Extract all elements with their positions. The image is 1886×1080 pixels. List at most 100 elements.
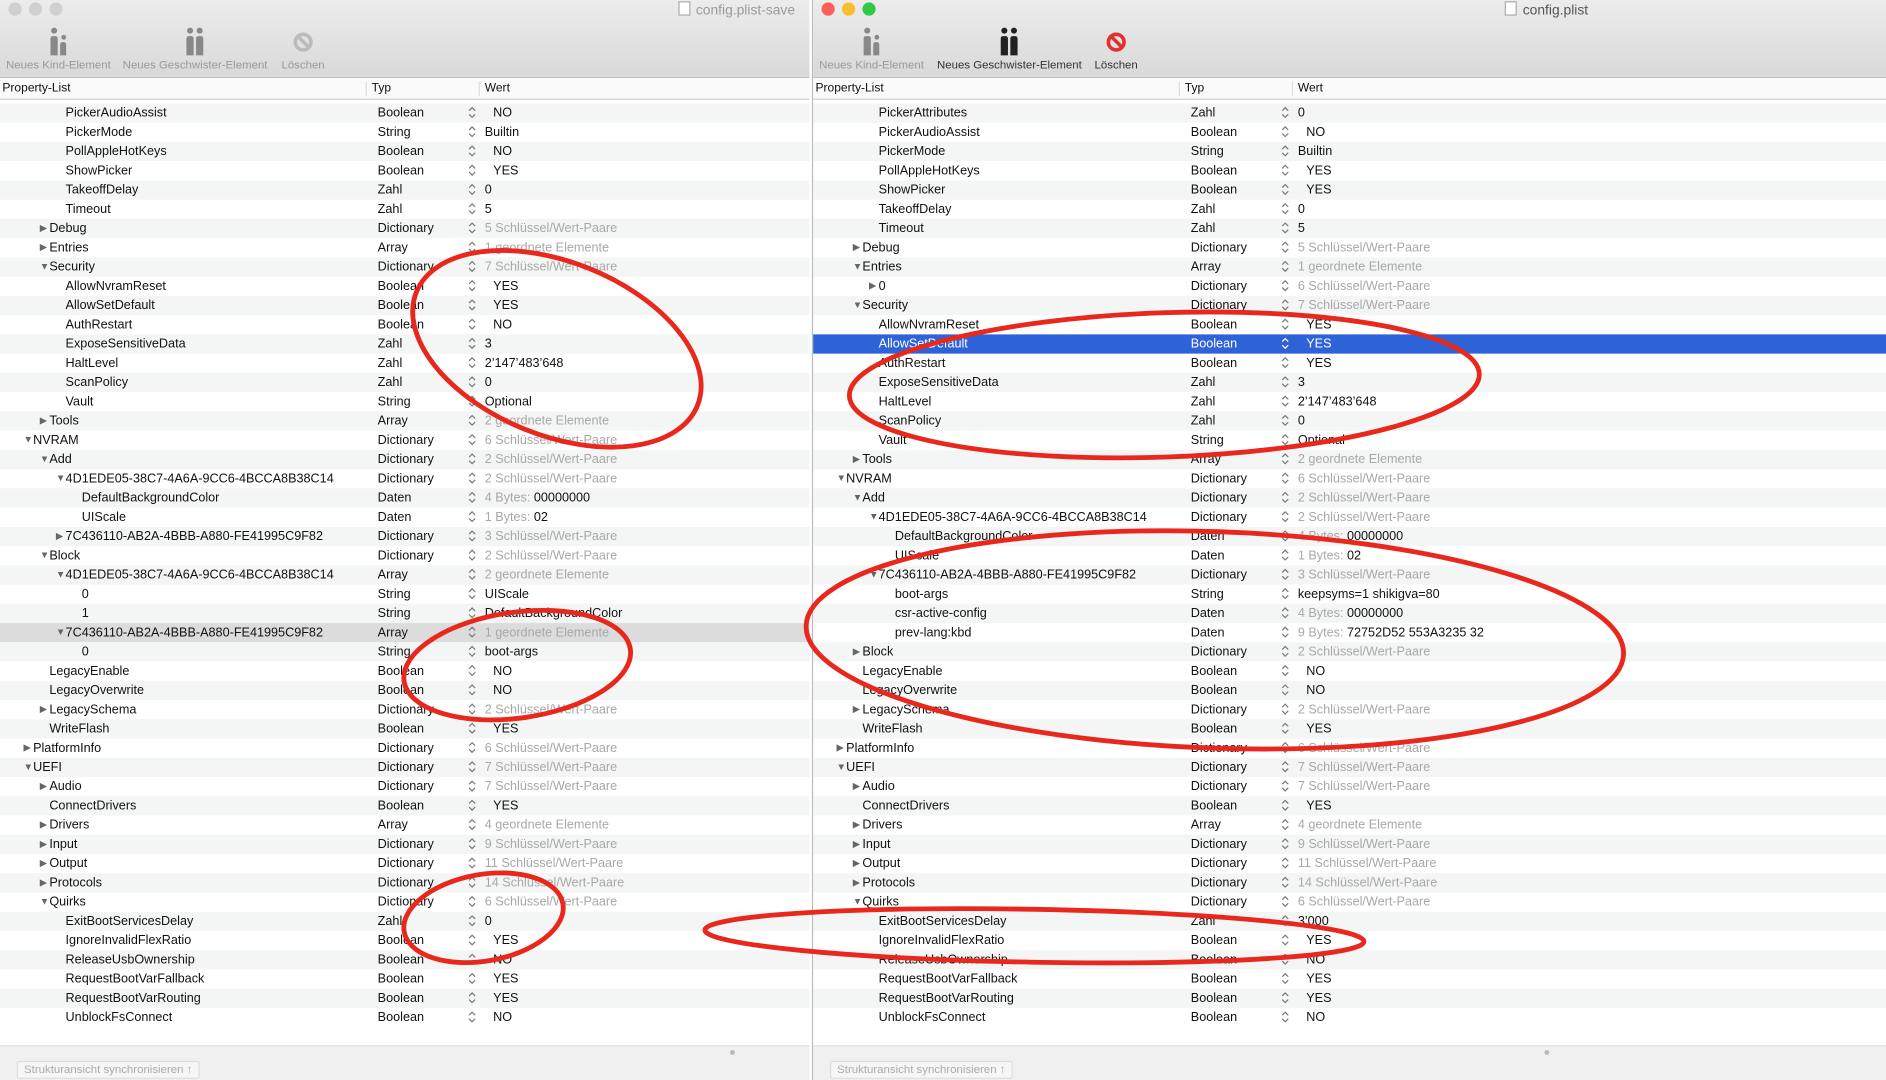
type-stepper-icon[interactable]: [468, 856, 476, 869]
type-cell[interactable]: Daten: [1191, 604, 1225, 623]
value-cell[interactable]: 3: [485, 334, 492, 353]
table-row[interactable]: DefaultBackgroundColor Daten 4 Bytes: 0000…: [0, 488, 810, 508]
key-cell[interactable]: Tools: [862, 450, 891, 469]
key-cell[interactable]: Vault: [66, 392, 94, 411]
key-cell[interactable]: PlatformInfo: [33, 739, 101, 758]
value-cell[interactable]: YES: [485, 296, 518, 315]
disclosure-closed-icon[interactable]: ▶: [40, 835, 47, 854]
type-stepper-icon[interactable]: [468, 1010, 476, 1023]
type-cell[interactable]: Dictionary: [378, 219, 434, 238]
key-cell[interactable]: RequestBootVarRouting: [879, 989, 1014, 1008]
table-row[interactable]: 1 String DefaultBackgroundColor: [0, 603, 810, 624]
type-cell[interactable]: Array: [1191, 816, 1221, 835]
value-cell[interactable]: 0: [485, 912, 492, 931]
type-cell[interactable]: String: [1191, 585, 1224, 604]
value-cell[interactable]: 6 Schlüssel/Wert-Paare: [1298, 739, 1430, 758]
type-cell[interactable]: Boolean: [378, 969, 424, 988]
type-cell[interactable]: Zahl: [1191, 103, 1216, 122]
type-stepper-icon[interactable]: [468, 337, 476, 350]
type-cell[interactable]: Array: [378, 411, 408, 430]
type-cell[interactable]: Dictionary: [378, 469, 434, 488]
key-cell[interactable]: ShowPicker: [879, 180, 946, 199]
type-cell[interactable]: Dictionary: [1191, 835, 1247, 854]
key-cell[interactable]: LegacyOverwrite: [49, 681, 144, 700]
type-cell[interactable]: Dictionary: [378, 892, 434, 911]
key-cell[interactable]: ReleaseUsbOwnership: [66, 950, 195, 969]
disclosure-closed-icon[interactable]: ▶: [40, 411, 47, 430]
table-row[interactable]: AuthRestart Boolean NO: [0, 315, 809, 334]
table-row[interactable]: ▼ Quirks Dictionary 6 Schlüssel/Wert-Paare: [813, 892, 1886, 911]
table-row[interactable]: ExposeSensitiveData Zahl 3: [0, 334, 810, 354]
type-cell[interactable]: String: [378, 642, 411, 661]
key-cell[interactable]: ExposeSensitiveData: [66, 334, 186, 353]
key-cell[interactable]: LegacyEnable: [862, 662, 942, 681]
delete-button[interactable]: Löschen: [281, 22, 325, 72]
disclosure-open-icon[interactable]: ▼: [869, 508, 879, 527]
value-cell[interactable]: 5: [485, 200, 492, 219]
type-stepper-icon[interactable]: [468, 144, 476, 157]
table-row[interactable]: ▶ Protocols Dictionary 14 Schlüssel/Wert-Pa…: [0, 873, 810, 893]
key-cell[interactable]: 4D1EDE05-38C7-4A6A-9CC6-4BCCA8B38C14: [879, 508, 1147, 527]
key-cell[interactable]: RequestBootVarRouting: [66, 989, 201, 1008]
scrollbar[interactable]: [730, 1050, 735, 1055]
value-cell[interactable]: 2 Schlüssel/Wert-Paare: [485, 450, 617, 469]
value-cell[interactable]: Optional: [1298, 431, 1345, 450]
type-cell[interactable]: Boolean: [378, 296, 424, 315]
type-stepper-icon[interactable]: [1281, 722, 1289, 735]
value-cell[interactable]: 14 Schlüssel/Wert-Paare: [1298, 873, 1437, 892]
value-cell[interactable]: 7 Schlüssel/Wert-Paare: [1298, 758, 1430, 777]
key-cell[interactable]: Vault: [879, 431, 907, 450]
type-cell[interactable]: Dictionary: [1191, 277, 1247, 296]
type-stepper-icon[interactable]: [468, 395, 476, 408]
key-cell[interactable]: Block: [49, 546, 80, 565]
type-cell[interactable]: Boolean: [1191, 123, 1237, 142]
type-stepper-icon[interactable]: [1281, 760, 1289, 773]
type-cell[interactable]: Zahl: [378, 200, 403, 219]
key-cell[interactable]: Quirks: [49, 892, 85, 911]
table-row[interactable]: ▶ Input Dictionary 9 Schlüssel/Wert-Paare: [0, 834, 810, 854]
disclosure-closed-icon[interactable]: ▶: [56, 527, 63, 546]
disclosure-open-icon[interactable]: ▼: [56, 469, 66, 488]
type-stepper-icon[interactable]: [1281, 279, 1289, 292]
table-row[interactable]: Timeout Zahl 5: [0, 200, 809, 219]
table-row[interactable]: UnblockFsConnect Boolean NO: [0, 1008, 809, 1027]
type-cell[interactable]: Dictionary: [1191, 758, 1247, 777]
value-cell[interactable]: 7 Schlüssel/Wert-Paare: [485, 257, 617, 276]
type-cell[interactable]: Boolean: [1191, 681, 1237, 700]
table-row[interactable]: PickerAudioAssist Boolean NO: [0, 103, 810, 123]
table-row[interactable]: ▼ 4D1EDE05-38C7-4A6A-9CC6-4BCCA8B38C14 Arr…: [0, 565, 810, 585]
disclosure-closed-icon[interactable]: ▶: [40, 777, 47, 796]
type-stepper-icon[interactable]: [468, 953, 476, 966]
type-stepper-icon[interactable]: [1281, 645, 1289, 658]
type-cell[interactable]: Boolean: [378, 142, 424, 161]
type-cell[interactable]: Boolean: [1191, 950, 1237, 969]
type-stepper-icon[interactable]: [1281, 895, 1289, 908]
type-stepper-icon[interactable]: [468, 548, 476, 561]
type-cell[interactable]: Zahl: [378, 912, 403, 931]
value-cell[interactable]: 7 Schlüssel/Wert-Paare: [485, 777, 617, 796]
value-cell[interactable]: NO: [1298, 662, 1325, 681]
value-cell[interactable]: 2 geordnete Elemente: [1298, 450, 1422, 469]
type-stepper-icon[interactable]: [468, 779, 476, 792]
type-cell[interactable]: String: [1191, 142, 1224, 161]
type-stepper-icon[interactable]: [468, 318, 476, 331]
value-cell[interactable]: YES: [1298, 354, 1331, 373]
type-cell[interactable]: Boolean: [378, 315, 424, 334]
value-cell[interactable]: YES: [485, 796, 518, 815]
type-cell[interactable]: Zahl: [378, 354, 403, 373]
type-stepper-icon[interactable]: [468, 125, 476, 138]
type-cell[interactable]: Boolean: [378, 103, 424, 122]
close-button[interactable]: [8, 2, 22, 16]
type-cell[interactable]: Boolean: [1191, 1008, 1237, 1027]
disclosure-closed-icon[interactable]: ▶: [853, 777, 860, 796]
type-stepper-icon[interactable]: [468, 472, 476, 485]
type-cell[interactable]: Boolean: [1191, 931, 1237, 950]
new-child-button[interactable]: Neues Kind-Element: [6, 22, 111, 72]
type-cell[interactable]: Daten: [1191, 527, 1225, 546]
type-stepper-icon[interactable]: [468, 664, 476, 677]
type-stepper-icon[interactable]: [1281, 491, 1289, 504]
disclosure-open-icon[interactable]: ▼: [40, 450, 50, 469]
disclosure-closed-icon[interactable]: ▶: [40, 873, 47, 892]
table-row[interactable]: LegacyEnable Boolean NO: [813, 662, 1886, 681]
type-stepper-icon[interactable]: [1281, 125, 1289, 138]
